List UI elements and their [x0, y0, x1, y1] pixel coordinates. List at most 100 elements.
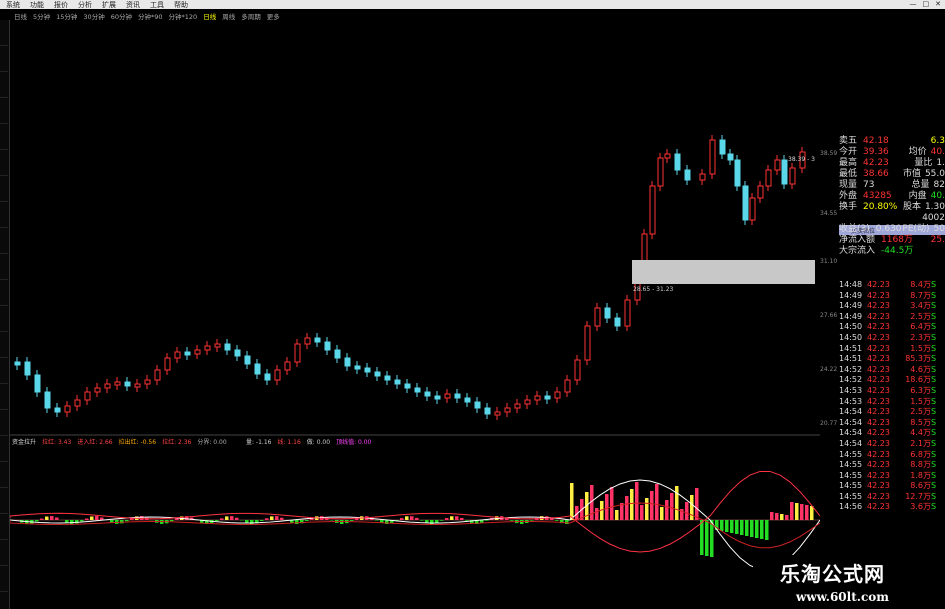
indicator-value: 线: 1.16	[277, 439, 301, 446]
indicator-bar	[175, 518, 179, 520]
left-tab[interactable]	[0, 205, 8, 228]
left-tab[interactable]	[0, 23, 8, 46]
left-tab[interactable]	[0, 101, 8, 124]
indicator-bar	[85, 518, 89, 520]
menu-item[interactable]: 资讯	[126, 0, 140, 10]
menu-item[interactable]: 报价	[54, 0, 68, 10]
tick-cell: 8.4万	[910, 280, 931, 289]
indicator-bar	[615, 510, 619, 520]
quote-cell: 1.30	[924, 202, 945, 212]
candle-body	[214, 343, 221, 348]
close-icon[interactable]: ✕	[935, 0, 941, 8]
menu-item[interactable]: 扩展	[102, 0, 116, 10]
menu-item[interactable]: 分析	[78, 0, 92, 10]
left-tab[interactable]	[0, 75, 8, 98]
menu-item[interactable]: 功能	[30, 0, 44, 10]
tick-cell: 14:53	[839, 385, 863, 395]
period-item[interactable]: 更多	[267, 11, 280, 21]
tick-row: 14:52 42.23 4.6万 S	[839, 365, 945, 376]
indicator-bar	[595, 508, 599, 520]
period-item[interactable]: 日线	[203, 11, 216, 21]
left-tab[interactable]	[0, 127, 8, 150]
left-tab[interactable]	[0, 283, 8, 306]
quote-cell: 38.66	[863, 169, 889, 179]
candle-body	[464, 397, 471, 403]
indicator-bar	[750, 520, 754, 537]
left-tab[interactable]	[0, 569, 8, 592]
left-tab[interactable]	[0, 517, 8, 540]
left-tab[interactable]	[0, 491, 8, 514]
left-tab[interactable]	[0, 439, 8, 462]
indicator-bar	[665, 500, 669, 520]
indicator-bar	[95, 516, 99, 520]
left-tab[interactable]	[0, 309, 8, 332]
indicator-bar	[460, 517, 464, 520]
left-tab[interactable]	[0, 49, 8, 72]
price-axis-label: 34.55	[820, 210, 838, 217]
left-tab[interactable]	[0, 543, 8, 566]
indicator-bar	[280, 517, 284, 520]
tick-row: 14:55 42.23 8.6万 S	[839, 481, 945, 492]
candle-body	[394, 379, 401, 385]
left-tab[interactable]	[0, 361, 8, 384]
period-item[interactable]: 日线	[14, 11, 27, 21]
indicator-value: 分界: 0.00	[197, 439, 227, 446]
tick-row: 14:51 42.23 1.5万 S	[839, 344, 945, 355]
tick-cell: S	[931, 417, 937, 427]
minimize-icon[interactable]: —	[910, 0, 917, 8]
candle-body	[384, 375, 391, 381]
left-tab[interactable]	[0, 153, 8, 176]
period-item[interactable]: 分钟*90	[138, 11, 163, 21]
menu-item[interactable]: 工具	[150, 0, 164, 10]
candle-body	[554, 391, 561, 399]
tick-cell: S	[931, 375, 937, 385]
candle-body	[434, 395, 441, 400]
indicator-bar	[305, 520, 309, 521]
left-tab[interactable]	[0, 257, 8, 280]
candle-body	[664, 153, 671, 159]
period-item[interactable]: 5分钟	[33, 11, 50, 21]
indicator-bar	[690, 495, 694, 520]
candle-body	[684, 169, 691, 181]
tick-cell: 14:54	[839, 417, 863, 427]
tick-row: 14:50 42.23 6.4万 S	[839, 322, 945, 333]
candle-body	[781, 159, 788, 185]
indicator-bar	[640, 505, 644, 520]
candle-body	[484, 407, 491, 415]
menu-item[interactable]: 系统	[6, 0, 20, 10]
tick-cell: 14:56	[839, 502, 863, 512]
period-item[interactable]: 多周期	[241, 11, 261, 21]
period-item[interactable]: 分钟*120	[169, 11, 198, 21]
candle-body	[404, 383, 411, 389]
tick-list[interactable]: 14:48 42.23 8.4万 S 14:49 42.23 8.7万 S 14:49 42.23…	[839, 280, 945, 513]
maximize-icon[interactable]: □	[923, 0, 930, 8]
left-tab[interactable]	[0, 179, 8, 202]
left-tab[interactable]	[0, 335, 8, 358]
indicator-bar	[775, 513, 779, 520]
tick-cell: 42.23	[867, 364, 890, 374]
candle-body	[514, 403, 521, 409]
quote-cell: 50	[933, 224, 945, 234]
candle-body	[742, 185, 749, 221]
tick-cell: 42.23	[867, 470, 890, 480]
menu-item[interactable]: 帮助	[174, 0, 188, 10]
indicator-bar	[725, 520, 729, 532]
quote-row: 最高 42.23 量比 1.	[839, 158, 945, 169]
indicator-bar	[90, 516, 94, 520]
period-item[interactable]: 15分钟	[56, 11, 77, 21]
quote-cell: 净流入额	[839, 235, 876, 245]
kline-chart[interactable]	[9, 130, 821, 603]
left-tab[interactable]	[0, 231, 8, 254]
indicator-bar	[400, 518, 404, 520]
period-item[interactable]: 60分钟	[111, 11, 132, 21]
indicator-bar	[410, 516, 414, 520]
period-item[interactable]: 30分钟	[83, 11, 104, 21]
left-tab[interactable]	[0, 465, 8, 488]
indicator-bar	[265, 518, 269, 520]
left-tab[interactable]	[0, 387, 8, 410]
left-tab[interactable]	[0, 413, 8, 436]
tick-cell: 3.4万	[910, 301, 931, 311]
tick-cell: 42.23	[867, 280, 890, 289]
period-item[interactable]: 周线	[222, 11, 235, 21]
candle-body	[134, 383, 141, 388]
